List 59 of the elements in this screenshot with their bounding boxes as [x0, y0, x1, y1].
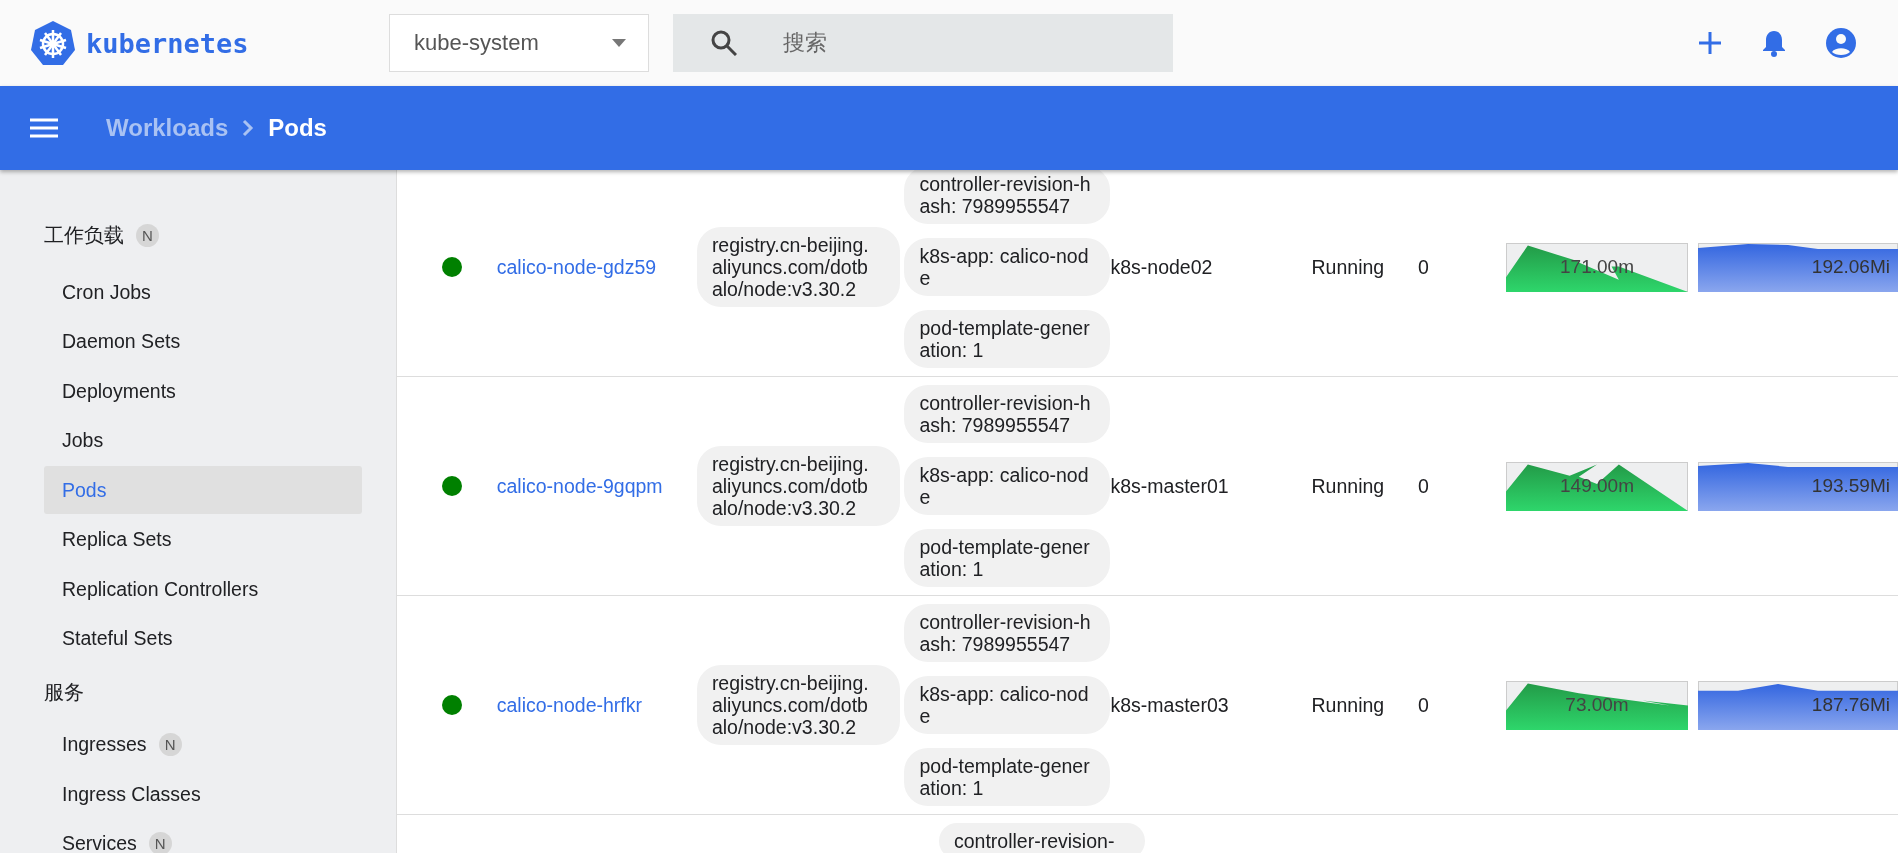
sidebar-item[interactable]: Ingress Classes	[44, 770, 362, 818]
sidebar-item[interactable]: Deployments	[44, 367, 362, 415]
label-chip: pod-template-generation: 1	[904, 529, 1111, 587]
table-cell: Running	[1311, 255, 1385, 278]
cpu-usage: 171.00m	[1560, 256, 1634, 278]
label-chip: pod-template-generation: 1	[904, 748, 1111, 806]
menu-icon[interactable]	[30, 118, 58, 138]
sidebar-item[interactable]: Services N	[44, 819, 362, 853]
label-chip: controller-revision-	[939, 823, 1145, 853]
new-badge: N	[136, 223, 159, 247]
section-title: 工作负载	[44, 222, 124, 248]
pod-link[interactable]: calico-node-hrfkr	[496, 693, 642, 716]
label-chip: controller-revision-hash: 7989955547	[904, 385, 1111, 443]
memory-usage: 193.59Mi	[1811, 475, 1890, 497]
sidebar-item[interactable]: Daemon Sets	[44, 317, 362, 366]
memory-usage: 187.76Mi	[1811, 694, 1890, 716]
table-cell: k8s-master01	[1110, 474, 1229, 497]
sidebar-item[interactable]: Replica Sets	[44, 515, 362, 564]
memory-usage: 192.06Mi	[1811, 256, 1890, 278]
sidebar-item[interactable]: Jobs	[44, 416, 362, 465]
table-cell: 0	[1418, 693, 1429, 716]
table-cell: 0	[1418, 255, 1429, 278]
label-chip: k8s-app: calico-node	[904, 238, 1111, 296]
pod-link[interactable]: calico-node-gdz59	[496, 255, 657, 278]
add-icon[interactable]	[1698, 31, 1722, 55]
sidebar-item[interactable]: Pods	[44, 466, 362, 514]
image-chip: registry.cn-beijing.aliyuncs.com/dotbalo/node:v3.30.2	[696, 665, 900, 745]
image-chip: registry.cn-beijing.aliyuncs.com/dotbalo/node:v3.30.2	[696, 446, 900, 526]
label-chip: k8s-app: calico-node	[904, 676, 1111, 734]
label-chip: k8s-app: calico-node	[904, 457, 1111, 515]
label-chip: pod-template-generation: 1	[904, 310, 1111, 368]
account-icon[interactable]	[1826, 28, 1856, 58]
table-cell: k8s-node02	[1110, 255, 1213, 278]
kubernetes-logo-icon	[30, 20, 76, 66]
table-cell: k8s-master03	[1110, 693, 1229, 716]
label-chip: controller-revision-hash: 7989955547	[904, 170, 1111, 224]
search-icon	[711, 30, 737, 56]
breadcrumb-item: Pods	[268, 114, 327, 142]
table-cell: Running	[1311, 474, 1385, 497]
table-cell: Running	[1311, 693, 1385, 716]
sidebar-item[interactable]: Ingresses N	[44, 720, 362, 769]
image-chip: registry.cn-beijing.aliyuncs.com/dotbalo/node:v3.30.2	[696, 227, 900, 307]
table-cell: 0	[1418, 474, 1429, 497]
logo-text[interactable]: kubernetes	[86, 27, 249, 59]
sidebar-item[interactable]: Stateful Sets	[44, 614, 362, 663]
label-chip: controller-revision-hash: 7989955547	[904, 604, 1111, 662]
namespace-select[interactable]: kube-system	[389, 14, 649, 72]
bell-icon[interactable]	[1762, 29, 1786, 57]
new-badge: N	[158, 733, 182, 756]
chevron-right-icon	[242, 119, 255, 137]
section-title: 服务	[44, 680, 84, 705]
sidebar-item[interactable]: Cron Jobs	[44, 268, 362, 316]
sidebar-item[interactable]: Replication Controllers	[44, 565, 362, 613]
new-badge: N	[148, 832, 172, 853]
search-field[interactable]: 搜索	[673, 14, 1173, 72]
dropdown-caret-icon	[612, 39, 626, 47]
pod-link[interactable]: calico-node-9gqpm	[496, 474, 663, 497]
cpu-usage: 149.00m	[1560, 475, 1634, 497]
cpu-usage: 73.00m	[1565, 694, 1629, 716]
